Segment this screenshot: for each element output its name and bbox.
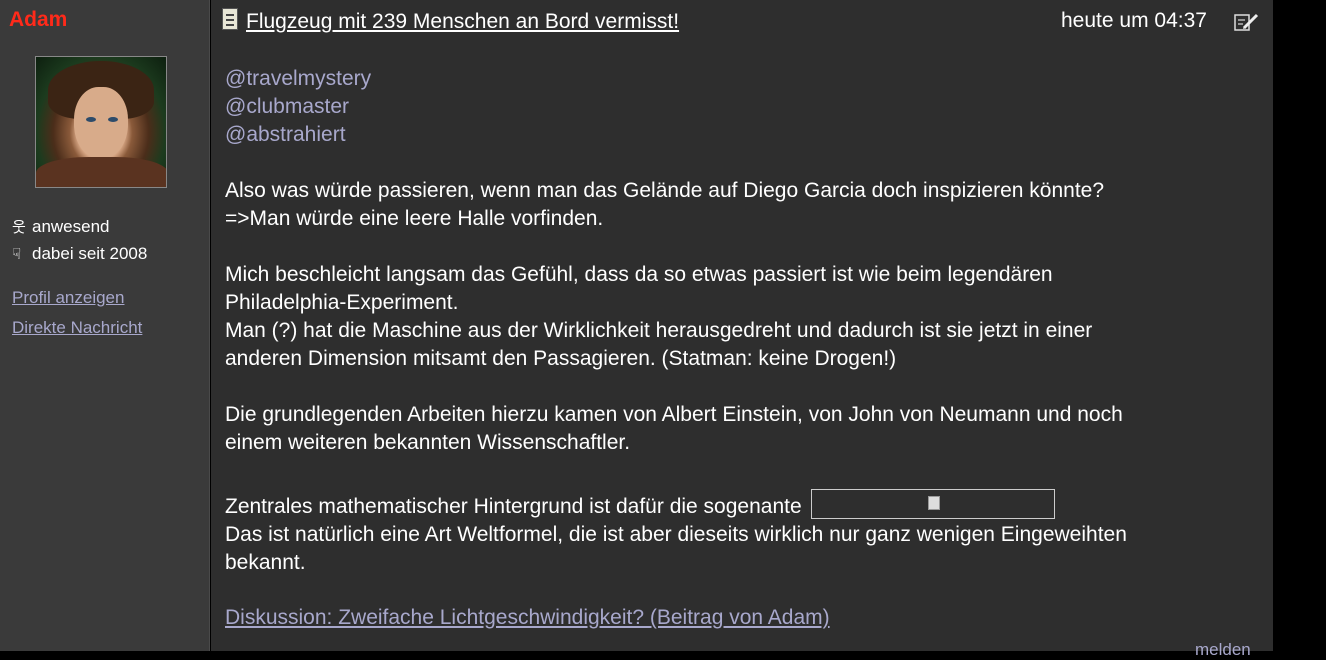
avatar-eye-right	[108, 117, 118, 122]
text-line: Man (?) hat die Maschine aus der Wirklic…	[225, 319, 1093, 342]
text-line: Zentrales mathematischer Hintergrund ist…	[225, 495, 802, 518]
mention-travelmystery[interactable]: @travelmystery	[225, 65, 371, 93]
profile-link[interactable]: Profil anzeigen	[12, 288, 124, 308]
post-timestamp: heute um 04:37	[1061, 9, 1207, 32]
online-status: 웃 anwesend	[12, 216, 110, 237]
paragraph-2: Mich beschleicht langsam das Gefühl, das…	[225, 261, 1092, 373]
post-body: Flugzeug mit 239 Menschen an Bord vermis…	[211, 0, 1273, 659]
report-link[interactable]: melden	[1195, 640, 1251, 660]
mention-abstrahiert[interactable]: @abstrahiert	[225, 121, 346, 149]
discussion-link[interactable]: Diskussion: Zweifache Lichtgeschwindigke…	[225, 606, 830, 630]
text-line: Mich beschleicht langsam das Gefühl, das…	[225, 263, 1053, 286]
broken-image-icon	[928, 496, 941, 511]
text-line: Das ist natürlich eine Art Weltformel, d…	[225, 523, 1127, 546]
online-status-label: anwesend	[32, 216, 110, 236]
direct-message-link[interactable]: Direkte Nachricht	[12, 318, 142, 338]
formula-image	[811, 489, 1056, 520]
avatar[interactable]	[35, 56, 167, 188]
paragraph-4: Zentrales mathematischer Hintergrund ist…	[225, 489, 1127, 577]
avatar-coat	[36, 157, 166, 187]
text-line-with-image: Zentrales mathematischer Hintergrund ist…	[225, 489, 1127, 521]
text-line: Philadelphia-Experiment.	[225, 291, 459, 314]
text-line: einem weiteren bekannten Wissenschaftler…	[225, 431, 631, 454]
paragraph-1: Also was würde passieren, wenn man das G…	[225, 177, 1104, 233]
text-line: Die grundlegenden Arbeiten hierzu kamen …	[225, 403, 1123, 426]
username[interactable]: Adam	[9, 8, 67, 32]
text-line: bekannt.	[225, 551, 306, 574]
member-hand-icon: ☟	[12, 246, 22, 263]
edit-pencil-icon[interactable]	[1234, 12, 1260, 32]
user-sidebar: Adam 웃 anwesend ☟ dabei seit 2008 Profil…	[0, 0, 210, 651]
avatar-face	[74, 87, 128, 159]
avatar-eye-left	[86, 117, 96, 122]
member-since: ☟ dabei seit 2008	[12, 244, 147, 264]
member-since-label: dabei seit 2008	[32, 244, 148, 263]
text-line: =>Man würde eine leere Halle vorfinden.	[225, 207, 604, 230]
text-line: Also was würde passieren, wenn man das G…	[225, 179, 1105, 202]
paragraph-3: Die grundlegenden Arbeiten hierzu kamen …	[225, 401, 1123, 457]
text-line: anderen Dimension mitsamt den Passagiere…	[225, 347, 897, 370]
status-person-icon: 웃	[12, 219, 26, 236]
post-document-icon	[222, 8, 238, 30]
post-title[interactable]: Flugzeug mit 239 Menschen an Bord vermis…	[246, 10, 679, 34]
mention-clubmaster[interactable]: @clubmaster	[225, 93, 349, 121]
